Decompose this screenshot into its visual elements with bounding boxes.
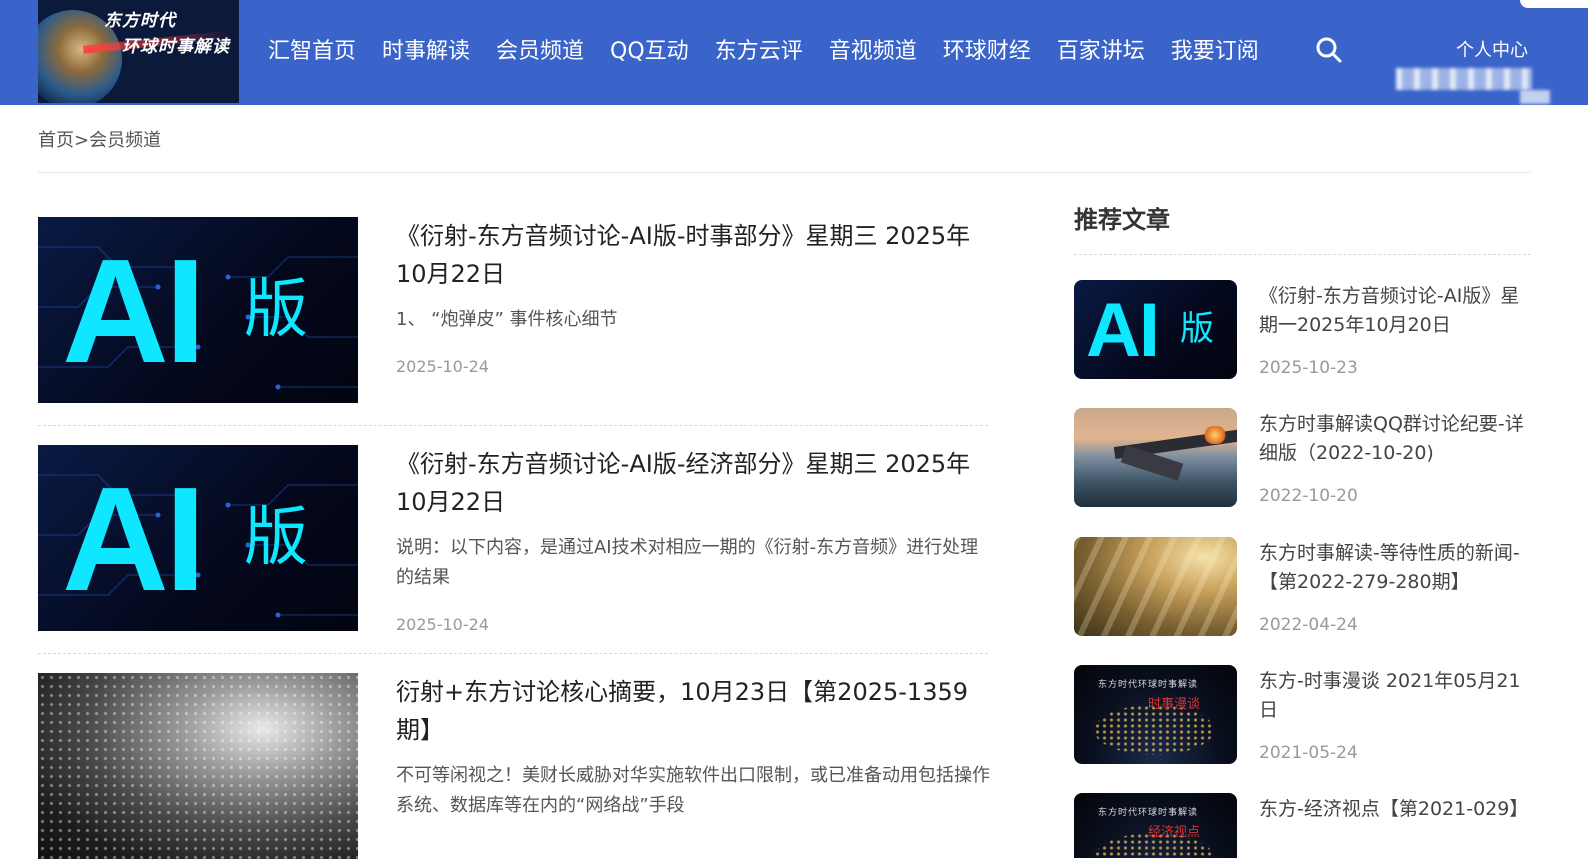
sidebar-divider (1074, 254, 1531, 255)
sidebar-thumbnail[interactable]: 东方时代环球时事解读 时事漫谈 (1074, 665, 1237, 764)
sidebar-item-title[interactable]: 东方时事解读-等待性质的新闻-【第2022-279-280期】 (1259, 539, 1534, 597)
thumbnail-label: 经济视点 (1148, 825, 1201, 840)
thumbnail-caption: 东方时代环球时事解读 (1098, 680, 1199, 690)
corner-tab (1520, 0, 1588, 8)
user-center-link[interactable]: 个人中心 (1456, 36, 1528, 62)
sidebar-item-date: 2022-10-20 (1259, 486, 1358, 506)
breadcrumb-home[interactable]: 首页 (38, 130, 74, 151)
sidebar-thumbnail[interactable] (1074, 408, 1237, 507)
article-divider (38, 653, 988, 654)
thumbnail-version-text: 版 (1180, 309, 1214, 349)
logo-line1: 东方时代 (104, 11, 176, 31)
article-date: 2025-10-24 (396, 357, 489, 376)
article-divider (38, 425, 988, 426)
username-blurred-tail (1520, 90, 1550, 104)
sidebar-item[interactable]: 东方时事解读-等待性质的新闻-【第2022-279-280期】 2022-04-… (1074, 537, 1531, 647)
sidebar-item-date: 2021-05-24 (1259, 743, 1358, 763)
nav-item-finance[interactable]: 环球财经 (943, 36, 1031, 68)
thumbnail-version-text: 版 (244, 273, 308, 347)
breadcrumb: 首页>会员频道 (38, 126, 161, 152)
username-blurred (1396, 68, 1532, 90)
sidebar-item-date: 2025-10-23 (1259, 358, 1358, 378)
main-nav: 汇智首页 时事解读 会员频道 QQ互动 东方云评 音视频道 环球财经 百家讲坛 … (268, 36, 1285, 68)
sidebar-thumbnail[interactable]: 东方时代环球时事解读 经济视点 (1074, 793, 1237, 858)
sidebar-item[interactable]: 东方时代环球时事解读 经济视点 东方-经济视点【第2021-029】 (1074, 793, 1531, 858)
article-title[interactable]: 《衍射-东方音频讨论-AI版-经济部分》星期三 2025年10月22日 (396, 445, 992, 521)
article-summary: 不可等闲视之！美财长威胁对华实施软件出口限制，或已准备动用包括操作系统、数据库等… (396, 765, 990, 816)
search-icon[interactable] (1315, 36, 1343, 64)
nav-item-current-affairs[interactable]: 时事解读 (382, 36, 470, 68)
nav-item-home[interactable]: 汇智首页 (268, 36, 356, 68)
site-logo[interactable]: 东方时代 环球时事解读 (38, 0, 239, 103)
sidebar-item-title[interactable]: 东方-经济视点【第2021-029】 (1259, 795, 1531, 824)
article-thumbnail[interactable]: AI 版 (38, 445, 358, 631)
nav-item-lectures[interactable]: 百家讲坛 (1057, 36, 1145, 68)
nav-item-cloud-review[interactable]: 东方云评 (715, 36, 803, 68)
sidebar-item[interactable]: 东方时事解读QQ群讨论纪要-详细版（2022-10-20) 2022-10-20 (1074, 408, 1531, 518)
thumbnail-version-text: 版 (244, 501, 308, 575)
top-navigation-bar: 东方时代 环球时事解读 汇智首页 时事解读 会员频道 QQ互动 东方云评 音视频… (0, 0, 1588, 105)
article-title[interactable]: 衍射+东方讨论核心摘要，10月23日【第2025-1359期】 (396, 673, 992, 749)
sidebar-item[interactable]: 东方时代环球时事解读 时事漫谈 东方-时事漫谈 2021年05月21日 2021… (1074, 665, 1531, 775)
article-thumbnail[interactable] (38, 673, 358, 859)
breadcrumb-divider (38, 172, 1531, 173)
breadcrumb-current: 会员频道 (89, 130, 162, 151)
sidebar-item-title[interactable]: 《衍射-东方音频讨论-AI版》星期一2025年10月20日 (1259, 282, 1534, 340)
sidebar-item[interactable]: AI 版 《衍射-东方音频讨论-AI版》星期一2025年10月20日 2025-… (1074, 280, 1531, 390)
article-item: 衍射+东方讨论核心摘要，10月23日【第2025-1359期】 不可等闲视之！美… (38, 673, 990, 859)
thumbnail-label: 时事漫谈 (1148, 697, 1201, 712)
article-item: AI 版 《衍射-东方音频讨论-AI版-经济部分》星期三 2025年10月22日… (38, 445, 988, 645)
thumbnail-ai-text: AI (62, 457, 206, 622)
thumbnail-ai-text: AI (1086, 288, 1160, 373)
article-summary: 1、 “炮弹皮” 事件核心细节 (396, 309, 618, 330)
sidebar-item-title[interactable]: 东方时事解读QQ群讨论纪要-详细版（2022-10-20) (1259, 410, 1534, 468)
sidebar-item-date: 2022-04-24 (1259, 615, 1358, 635)
nav-item-av[interactable]: 音视频道 (829, 36, 917, 68)
article-thumbnail[interactable]: AI 版 (38, 217, 358, 403)
article-title[interactable]: 《衍射-东方音频讨论-AI版-时事部分》星期三 2025年10月22日 (396, 217, 992, 293)
thumbnail-caption: 东方时代环球时事解读 (1098, 808, 1199, 818)
article-summary: 说明：以下内容，是通过AI技术对相应一期的《衍射-东方音频》进行处理的结果 (396, 537, 979, 588)
nav-item-members[interactable]: 会员频道 (496, 36, 584, 68)
sidebar-item-title[interactable]: 东方-时事漫谈 2021年05月21日 (1259, 667, 1534, 725)
sidebar-thumbnail[interactable]: AI 版 (1074, 280, 1237, 379)
nav-item-subscribe[interactable]: 我要订阅 (1171, 36, 1259, 68)
breadcrumb-separator: > (74, 130, 90, 151)
thumbnail-ai-text: AI (62, 229, 206, 394)
sidebar-title: 推荐文章 (1074, 206, 1170, 234)
article-item: AI 版 《衍射-东方音频讨论-AI版-时事部分》星期三 2025年10月22日… (38, 217, 988, 417)
logo-line2: 环球时事解读 (122, 37, 230, 57)
fire-glow (1202, 426, 1228, 444)
nav-item-qq[interactable]: QQ互动 (610, 36, 689, 68)
article-date: 2025-10-24 (396, 615, 489, 634)
city-lights (1094, 705, 1214, 755)
sidebar-thumbnail[interactable] (1074, 537, 1237, 636)
